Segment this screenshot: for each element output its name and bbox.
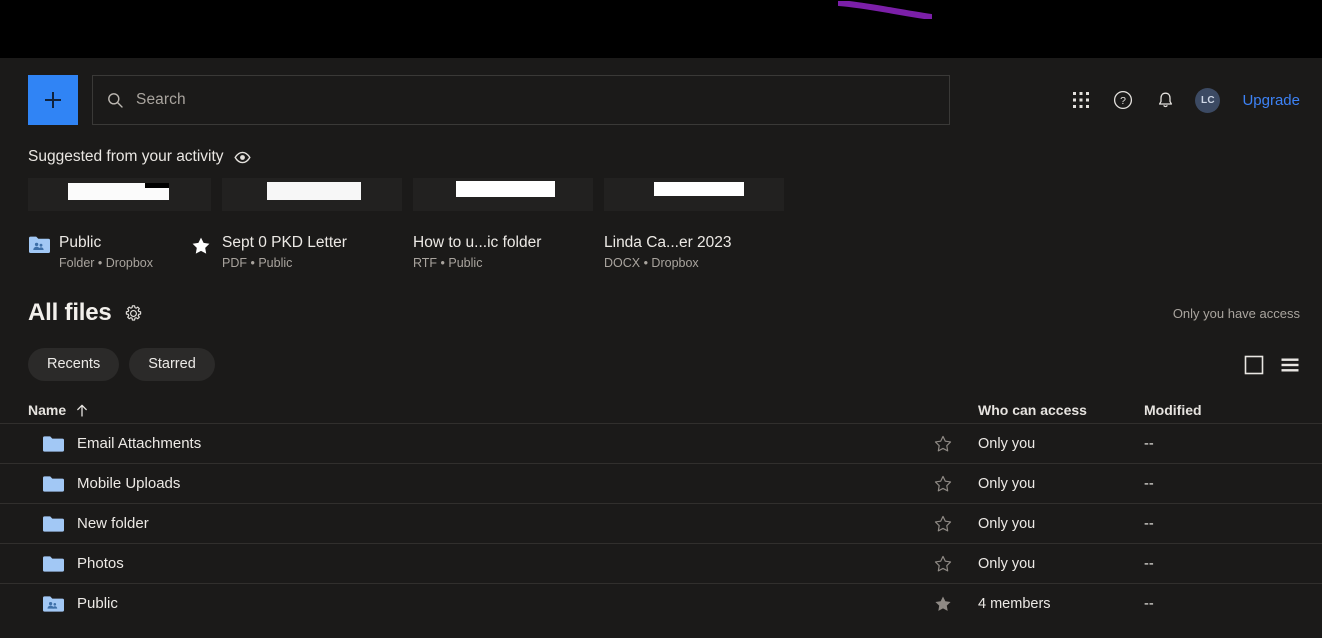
eye-icon[interactable] <box>233 149 251 166</box>
grid-view-icon[interactable] <box>1244 355 1264 375</box>
row-name-cell[interactable]: New folder <box>28 515 934 533</box>
table-header-row: Name Who can access Modified <box>0 397 1322 423</box>
all-files-header: All files Only you have access <box>0 299 1322 327</box>
suggested-cards: Public Folder • Dropbox Sept 0 PKD Lette… <box>0 178 1322 271</box>
row-name-label: Public <box>77 595 118 612</box>
card-thumbnail <box>28 178 211 211</box>
create-new-button[interactable] <box>28 75 78 125</box>
row-name-label: Mobile Uploads <box>77 475 181 492</box>
suggested-section-header: Suggested from your activity <box>0 146 1322 168</box>
bell-icon[interactable] <box>1153 88 1177 112</box>
card-title: How to u...ic folder <box>413 234 542 251</box>
column-header-access[interactable]: Who can access <box>978 402 1144 418</box>
card-thumbnail <box>604 178 784 211</box>
row-star-icon[interactable] <box>934 435 978 453</box>
suggested-title: Suggested from your activity <box>28 148 224 165</box>
card-meta: Public Folder • Dropbox <box>28 233 211 271</box>
svg-text:?: ? <box>1121 95 1127 107</box>
table-row[interactable]: Photos Only you -- <box>0 543 1322 583</box>
row-name-label: Email Attachments <box>77 435 202 452</box>
table-row[interactable]: Mobile Uploads Only you -- <box>0 463 1322 503</box>
row-modified-cell: -- <box>1144 595 1154 612</box>
search-input-placeholder: Search <box>136 91 186 108</box>
card-subtitle: DOCX • Dropbox <box>604 256 699 270</box>
row-star-icon[interactable] <box>934 595 978 613</box>
purple-annotation-stroke <box>838 1 932 19</box>
search-icon <box>108 93 123 108</box>
row-name-cell[interactable]: Email Attachments <box>28 435 934 453</box>
suggested-card[interactable]: Sept 0 PKD Letter PDF • Public <box>222 178 402 271</box>
card-title: Public <box>59 234 102 251</box>
gear-icon[interactable] <box>125 304 142 322</box>
table-row[interactable]: New folder Only you -- <box>0 503 1322 543</box>
folder-icon <box>42 435 64 453</box>
plus-icon <box>45 92 61 108</box>
row-modified-cell: -- <box>1144 515 1154 532</box>
row-access-cell: Only you <box>978 555 1036 572</box>
chip-starred[interactable]: Starred <box>129 348 215 381</box>
row-name-cell[interactable]: Mobile Uploads <box>28 475 934 493</box>
card-meta: How to u...ic folder RTF • Public <box>413 233 593 271</box>
card-meta: Sept 0 PKD Letter PDF • Public <box>222 233 402 271</box>
dropbox-app-window: Search ? LC Upgrade Suggested from your … <box>0 58 1322 638</box>
row-access-cell: Only you <box>978 515 1036 532</box>
row-star-icon[interactable] <box>934 555 978 573</box>
row-modified-cell: -- <box>1144 475 1154 492</box>
row-star-icon[interactable] <box>934 515 978 533</box>
row-name-label: Photos <box>77 555 124 572</box>
grid-apps-icon[interactable] <box>1069 88 1093 112</box>
row-access-cell: Only you <box>978 475 1036 492</box>
folder-icon <box>42 475 64 493</box>
row-name-cell[interactable]: Public <box>28 595 934 613</box>
chip-recents[interactable]: Recents <box>28 348 120 381</box>
column-header-name[interactable]: Name <box>28 402 934 418</box>
access-note: Only you have access <box>1172 305 1300 321</box>
help-circle-icon[interactable]: ? <box>1111 88 1135 112</box>
card-title: Sept 0 PKD Letter <box>222 234 347 251</box>
row-name-cell[interactable]: Photos <box>28 555 934 573</box>
page-title: All files <box>28 299 112 326</box>
browser-chrome-bar <box>0 0 1322 58</box>
row-modified-cell: -- <box>1144 435 1154 452</box>
header-actions: ? LC Upgrade <box>1069 87 1322 113</box>
card-subtitle: PDF • Public <box>222 256 293 270</box>
user-avatar[interactable]: LC <box>1195 87 1221 113</box>
row-access-cell: Only you <box>978 435 1036 452</box>
folder-icon <box>42 515 64 533</box>
list-view-icon[interactable] <box>1280 355 1300 375</box>
folder-icon <box>42 555 64 573</box>
search-bar[interactable]: Search <box>92 75 950 125</box>
row-modified-cell: -- <box>1144 555 1154 572</box>
filter-chips-row: Recents Starred <box>0 348 1322 381</box>
shared-folder-icon <box>42 595 64 613</box>
row-star-icon[interactable] <box>934 475 978 493</box>
card-title: Linda Ca...er 2023 <box>604 234 732 251</box>
card-thumbnail <box>413 178 593 211</box>
files-table: Name Who can access Modified Email Attac… <box>0 397 1322 623</box>
card-subtitle: Folder • Dropbox <box>59 256 154 270</box>
suggested-card[interactable]: How to u...ic folder RTF • Public <box>413 178 593 271</box>
column-header-name-label: Name <box>28 402 67 418</box>
shared-folder-icon <box>28 235 50 259</box>
row-access-cell: 4 members <box>978 595 1051 612</box>
arrow-up-icon <box>77 404 87 417</box>
card-thumbnail <box>222 178 402 211</box>
table-row[interactable]: Public 4 members -- <box>0 583 1322 623</box>
app-header: Search ? LC Upgrade <box>0 58 1322 128</box>
suggested-card[interactable]: Public Folder • Dropbox <box>28 178 211 271</box>
card-subtitle: RTF • Public <box>413 256 483 270</box>
upgrade-link[interactable]: Upgrade <box>1242 92 1300 109</box>
card-meta: Linda Ca...er 2023 DOCX • Dropbox <box>604 233 784 271</box>
view-toggle-group <box>1244 355 1300 375</box>
column-header-modified[interactable]: Modified <box>1144 402 1300 418</box>
star-icon[interactable] <box>191 236 211 261</box>
row-name-label: New folder <box>77 515 149 532</box>
table-row[interactable]: Email Attachments Only you -- <box>0 423 1322 463</box>
suggested-card[interactable]: Linda Ca...er 2023 DOCX • Dropbox <box>604 178 784 271</box>
